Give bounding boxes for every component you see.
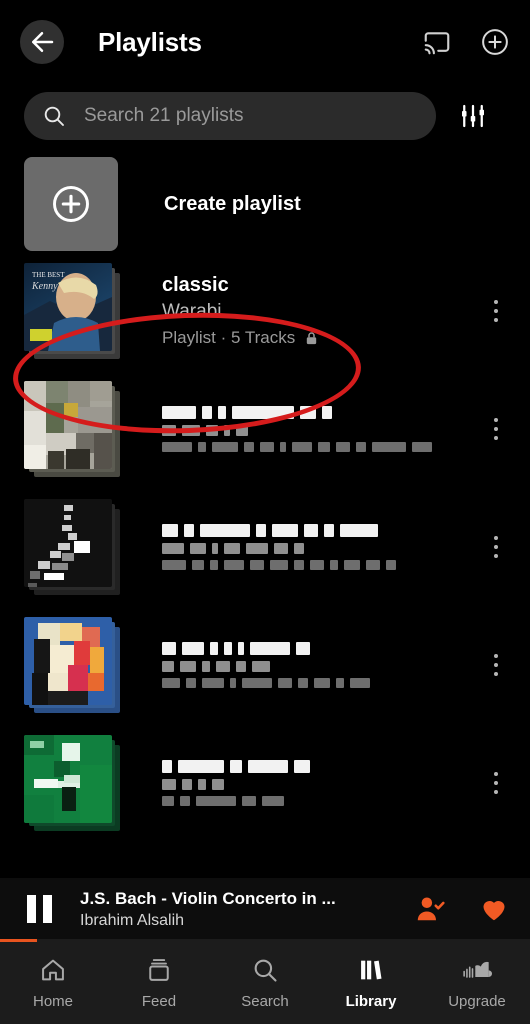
playlist-meta-redacted [162,560,474,570]
now-playing-info: J.S. Bach - Violin Concerto in ... Ibrah… [80,889,400,930]
nav-item-library[interactable]: Library [318,956,424,1010]
cast-icon[interactable] [422,27,452,57]
library-icon [361,960,382,980]
playlist-title-redacted [162,642,474,655]
now-playing-actions [414,894,510,924]
playlist-meta-redacted [162,442,474,452]
nav-item-upgrade[interactable]: Upgrade [424,956,530,1010]
playlist-title-redacted [162,524,474,537]
nav-label-home: Home [32,993,73,1010]
create-playlist-tile[interactable] [24,157,118,251]
playlist-artwork [24,381,112,469]
playlist-list: THE BEST Kenny classic Warabi Playlist ·… [0,252,530,842]
svg-text:THE BEST: THE BEST [32,271,65,279]
nav-label-library: Library [345,993,397,1010]
plus-circle-icon[interactable] [480,27,510,57]
playlist-row[interactable] [24,606,530,724]
svg-text:Kenny: Kenny [31,281,58,292]
playlist-title: classic [162,274,229,297]
playlist-menu-button[interactable] [474,418,518,440]
playlist-meta-redacted [162,796,474,806]
nav-label-search: Search [241,993,289,1010]
playlist-artwork-stack: THE BEST Kenny [24,263,120,359]
pause-button[interactable] [22,894,56,924]
playlist-menu-button[interactable] [474,772,518,794]
back-button[interactable] [20,20,64,64]
playlist-info [162,642,474,688]
create-playlist-label: Create playlist [164,192,301,215]
arrow-left-icon [32,32,54,52]
playlist-owner-redacted [162,661,474,672]
playlist-menu-button[interactable] [474,300,518,322]
create-playlist-row[interactable]: Create playlist [0,148,530,252]
feed-icon [149,959,169,981]
playlist-artwork: THE BEST Kenny [24,263,112,351]
playlist-meta-redacted [162,678,474,688]
playlist-menu-button[interactable] [474,654,518,676]
album-art-pixelated [24,499,112,587]
nav-item-feed[interactable]: Feed [106,956,212,1010]
playlist-menu-button[interactable] [474,536,518,558]
plus-circle-icon [53,186,89,222]
user-check-icon[interactable] [414,894,446,924]
playlist-owner-redacted [162,779,474,790]
search-icon [254,959,277,982]
playlist-owner: Warabi [162,301,222,323]
playlist-info [162,406,474,452]
playlist-info: classic Warabi Playlist · 5 Tracks [162,274,474,348]
album-art-pixelated [24,381,112,469]
playlist-owner-redacted [162,425,474,436]
playlist-title-redacted [162,406,474,419]
playlist-artwork-stack [24,499,120,595]
album-art-pixelated [24,735,112,823]
playlist-artwork-stack [24,381,120,477]
album-art-classic: THE BEST Kenny [24,263,112,351]
playlist-artwork [24,735,112,823]
now-playing-bar[interactable]: J.S. Bach - Violin Concerto in ... Ibrah… [0,878,530,940]
playlist-info [162,524,474,570]
playlist-artwork-stack [24,735,120,831]
playlist-artwork [24,499,112,587]
cloud-soundcloud-icon [463,961,492,978]
page-title: Playlists [98,26,202,57]
playlist-row[interactable] [24,370,530,488]
nav-label-feed: Feed [141,993,177,1010]
playlist-artwork-stack [24,617,120,713]
playlist-row[interactable] [24,488,530,606]
header-actions [422,27,510,57]
now-playing-artist: Ibrahim Alsalih [80,911,185,929]
playlist-title-redacted [162,760,474,773]
home-icon [42,959,64,981]
search-input[interactable]: Search 21 playlists [24,92,436,140]
app-header: Playlists [0,0,530,84]
playlist-meta-text: Playlist · 5 Tracks [162,328,296,348]
playlist-meta: Playlist · 5 Tracks [162,328,474,348]
bottom-navigation: Home Feed Search Library Upgrade [0,942,530,1024]
nav-label-upgrade: Upgrade [448,993,506,1010]
heart-filled-icon[interactable] [478,894,510,924]
album-art-pixelated [24,617,112,705]
sliders-filter-icon[interactable] [458,101,488,131]
lock-icon [307,332,317,345]
playlist-info [162,760,474,806]
playlist-owner-redacted [162,543,474,554]
nav-item-home[interactable]: Home [0,956,106,1010]
playlist-artwork [24,617,112,705]
search-placeholder: Search 21 playlists [84,105,244,126]
search-row: Search 21 playlists [0,84,530,148]
playlist-row-classic[interactable]: THE BEST Kenny classic Warabi Playlist ·… [24,252,530,370]
playlist-row[interactable] [24,724,530,842]
nav-item-search[interactable]: Search [212,956,318,1010]
search-icon [44,106,64,126]
now-playing-title: J.S. Bach - Violin Concerto in ... [80,888,336,908]
